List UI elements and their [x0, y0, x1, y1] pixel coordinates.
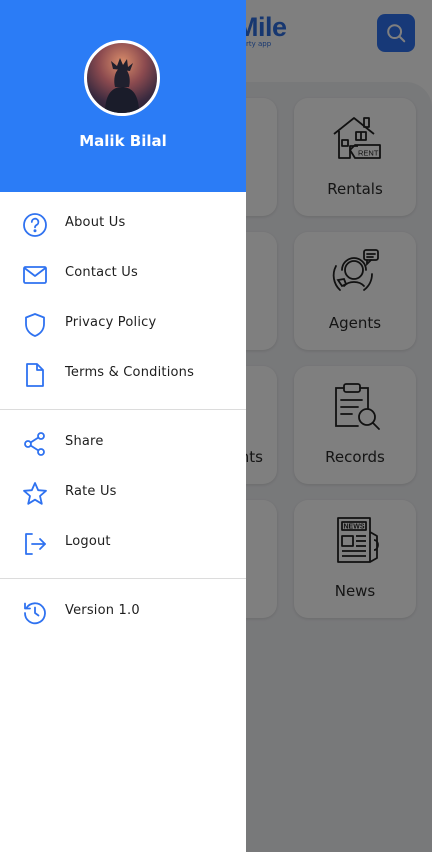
history-icon — [24, 602, 46, 625]
menu-label: Share — [65, 434, 104, 449]
menu-item-about-us[interactable]: About Us — [0, 200, 246, 248]
star-icon — [23, 482, 47, 505]
menu-label: Rate Us — [65, 484, 117, 499]
menu-item-version: Version 1.0 — [0, 588, 246, 636]
menu-item-share[interactable]: Share — [0, 419, 246, 467]
help-circle-icon — [23, 213, 47, 237]
menu-item-terms-conditions[interactable]: Terms & Conditions — [0, 350, 246, 398]
logout-icon — [25, 533, 46, 555]
drawer-divider — [0, 578, 246, 579]
menu-label: Terms & Conditions — [65, 365, 195, 380]
menu-item-rate-us[interactable]: Rate Us — [0, 469, 246, 517]
avatar[interactable] — [84, 40, 160, 116]
user-name: Malik Bilal — [79, 132, 167, 150]
menu-label: Logout — [65, 534, 111, 549]
version-label: Version 1.0 — [65, 603, 140, 618]
menu-item-logout[interactable]: Logout — [0, 519, 246, 567]
navigation-drawer: Malik Bilal About Us Contact Us Privacy … — [0, 0, 246, 852]
menu-label: Contact Us — [65, 265, 138, 280]
drawer-header: Malik Bilal — [0, 0, 246, 192]
menu-item-contact-us[interactable]: Contact Us — [0, 250, 246, 298]
shield-icon — [25, 313, 45, 337]
menu-label: About Us — [65, 215, 126, 230]
mail-icon — [23, 266, 47, 284]
document-icon — [26, 363, 44, 387]
menu-label: Privacy Policy — [65, 315, 157, 330]
menu-item-privacy-policy[interactable]: Privacy Policy — [0, 300, 246, 348]
drawer-divider — [0, 409, 246, 410]
share-icon — [24, 432, 45, 456]
avatar-image — [105, 58, 139, 113]
